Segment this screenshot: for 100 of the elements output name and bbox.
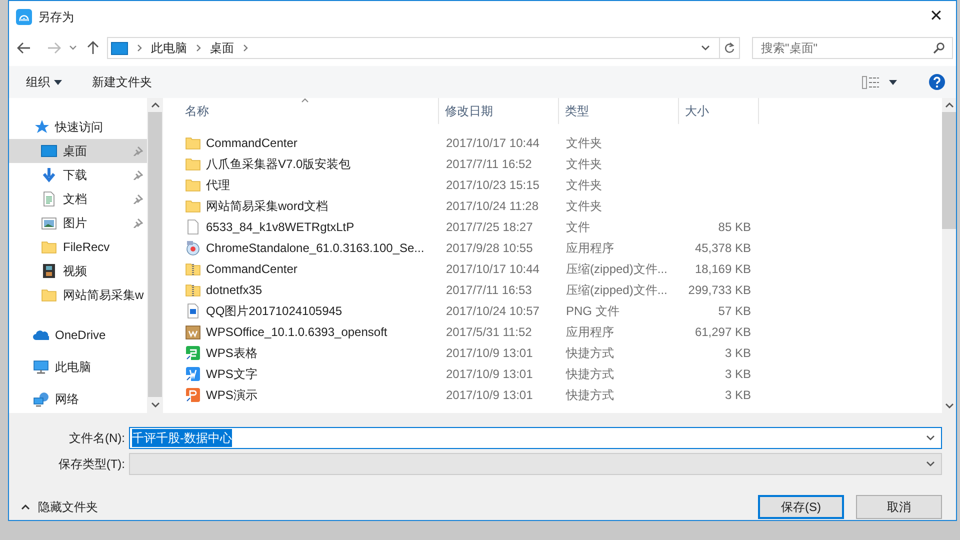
window-title: 另存为 (38, 9, 74, 26)
column-header[interactable]: 名称 (163, 98, 439, 124)
folder-icon (185, 198, 201, 214)
sidebar-item[interactable]: 图片 (9, 211, 147, 235)
scroll-up-icon[interactable] (150, 102, 160, 108)
sidebar-item[interactable]: 快速访问 (9, 115, 147, 139)
file-name[interactable]: 代理 (206, 176, 230, 194)
file-type: 压缩(zipped)文件... (566, 262, 668, 276)
chevron-up-icon (21, 504, 30, 510)
file-date: 2017/10/17 10:44 (446, 262, 540, 276)
sidebar-item[interactable]: FileRecv (9, 235, 147, 259)
address-bar[interactable]: 此电脑 桌面 (107, 37, 720, 59)
scroll-down-icon[interactable] (150, 402, 160, 408)
file-type-label: 保存类型(T): (57, 456, 126, 472)
app-icon (16, 9, 32, 25)
file-name[interactable]: WPS文字 (206, 364, 258, 382)
column-header[interactable]: 修改日期 (439, 98, 559, 124)
file-name[interactable]: QQ图片20171024105945 (206, 302, 342, 320)
file-type: 快捷方式 (566, 366, 614, 380)
file-date: 2017/7/25 18:27 (446, 220, 533, 234)
filename-field[interactable]: 千评千股-数据中心 (129, 426, 942, 448)
film-icon (41, 263, 57, 279)
refresh-button[interactable] (720, 37, 740, 59)
file-size: 18,169 KB (694, 262, 751, 276)
up-arrow-icon[interactable] (87, 41, 99, 55)
document-icon (185, 218, 201, 234)
file-name[interactable]: WPS表格 (206, 344, 258, 362)
desktop-icon (41, 143, 57, 159)
chevron-right-icon[interactable] (243, 44, 248, 52)
file-name[interactable]: WPSOffice_10.1.0.6393_opensoft (206, 322, 388, 340)
file-date: 2017/10/24 11:28 (446, 198, 539, 212)
presentation-shortcut-icon (185, 386, 201, 402)
sidebar-item[interactable]: 网站简易采集w (9, 283, 147, 307)
sidebar-item[interactable]: 视频 (9, 259, 147, 283)
search-field[interactable]: 搜索"桌面" (752, 37, 953, 59)
image-file-icon (185, 302, 201, 318)
scrollbar[interactable] (147, 98, 163, 413)
back-arrow-icon[interactable] (17, 42, 31, 54)
file-name[interactable]: WPS演示 (206, 386, 258, 404)
download-arrow-icon (41, 167, 57, 183)
close-button[interactable]: ✕ (916, 2, 956, 32)
help-icon[interactable] (929, 74, 945, 90)
network-icon (33, 391, 49, 407)
file-name[interactable]: ChromeStandalone_61.0.3163.100_Se... (206, 238, 424, 256)
file-type: 文件夹 (566, 178, 602, 192)
scrollbar[interactable] (942, 98, 956, 413)
file-date: 2017/7/11 16:52 (446, 156, 532, 170)
file-type: 文件 (566, 220, 590, 234)
document-icon (41, 191, 57, 207)
scroll-down-icon[interactable] (944, 403, 954, 409)
file-size: 61,297 KB (694, 324, 751, 338)
file-type: PNG 文件 (566, 304, 620, 318)
file-type: 文件夹 (566, 198, 602, 212)
breadcrumb-item[interactable]: 此电脑 (151, 39, 187, 57)
scroll-thumb[interactable] (148, 112, 162, 397)
sidebar-item[interactable]: 文档 (9, 187, 147, 211)
file-name[interactable]: CommandCenter (206, 260, 298, 278)
dialog-button[interactable]: 取消 (856, 495, 942, 519)
file-name[interactable]: CommandCenter (206, 134, 298, 152)
file-date: 2017/10/9 13:01 (446, 388, 533, 402)
organize-menu-button[interactable]: 组织 (26, 70, 62, 94)
dialog-button[interactable]: 保存(S) (758, 495, 844, 519)
column-header[interactable]: 大小 (679, 98, 759, 124)
chevron-right-icon[interactable] (196, 44, 201, 52)
breadcrumb-item[interactable]: 桌面 (210, 39, 234, 57)
package-icon (185, 324, 201, 340)
chevron-right-icon[interactable] (137, 44, 142, 52)
file-name[interactable]: 网站简易采集word文档 (206, 196, 328, 214)
sidebar-item[interactable]: OneDrive (9, 323, 147, 347)
picture-icon (41, 215, 57, 231)
folder-icon (185, 156, 201, 172)
file-size: 3 KB (724, 388, 751, 402)
file-date: 2017/10/9 13:01 (446, 346, 533, 360)
folder-icon (41, 287, 57, 303)
sidebar-item[interactable]: 网络 (9, 387, 147, 411)
hide-folders-toggle[interactable]: 隐藏文件夹 (21, 498, 98, 516)
computer-icon (33, 359, 49, 375)
sidebar-item[interactable]: 此电脑 (9, 355, 147, 379)
file-name[interactable]: dotnetfx35 (206, 280, 262, 298)
column-header[interactable]: 类型 (559, 98, 679, 124)
file-size: 3 KB (724, 366, 751, 380)
chevron-down-icon[interactable] (69, 45, 77, 51)
file-name[interactable]: 八爪鱼采集器V7.0版安装包 (206, 154, 351, 172)
view-options-icon[interactable] (862, 76, 879, 88)
scroll-thumb[interactable] (942, 112, 956, 229)
file-date: 2017/9/28 10:55 (446, 240, 533, 254)
sidebar-item[interactable]: 下载 (9, 163, 147, 187)
star-icon (33, 119, 49, 135)
chevron-down-icon (926, 460, 935, 466)
filename-label: 文件名(N): (68, 430, 126, 446)
file-type: 应用程序 (566, 240, 614, 254)
refresh-icon (724, 42, 735, 54)
sidebar-item[interactable]: 桌面 (9, 139, 147, 163)
caret-down-icon[interactable] (889, 80, 897, 84)
new-folder-button[interactable]: 新建文件夹 (92, 70, 152, 94)
caret-down-icon (54, 80, 62, 84)
scroll-up-icon[interactable] (944, 102, 954, 108)
file-date: 2017/5/31 11:52 (446, 324, 532, 338)
chevron-down-icon[interactable] (701, 45, 710, 51)
file-name[interactable]: 6533_84_k1v8WETRgtxLtP (206, 218, 354, 236)
